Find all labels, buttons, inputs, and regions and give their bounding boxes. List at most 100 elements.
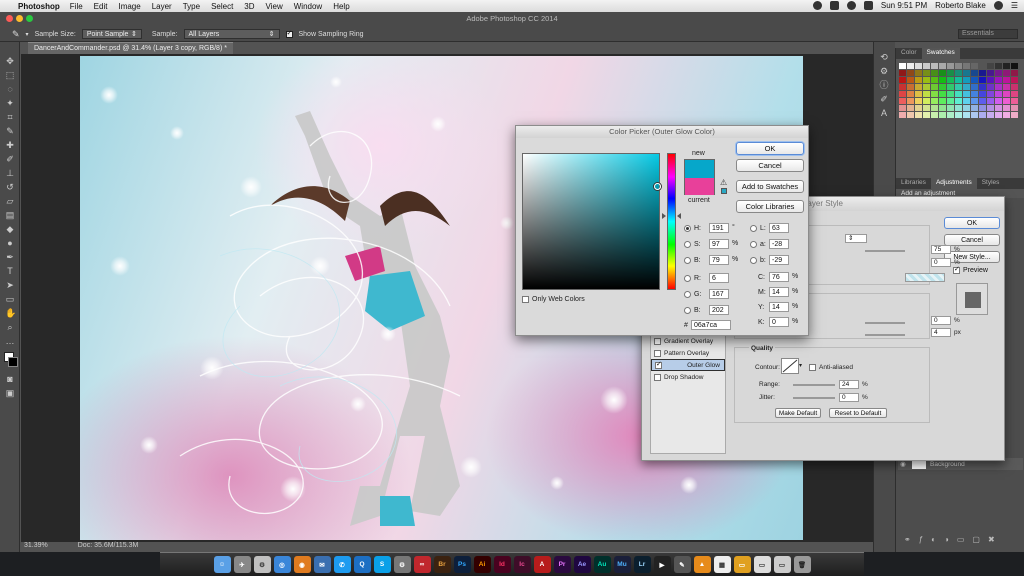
swatch[interactable] [971, 98, 978, 104]
swatch[interactable] [963, 84, 970, 90]
creative-cloud-icon[interactable]: ∞ [413, 556, 431, 573]
swatch[interactable] [987, 84, 994, 90]
swatch[interactable] [931, 105, 938, 111]
swatch[interactable] [899, 105, 906, 111]
quick-select-tool-icon[interactable]: ✦ [5, 98, 15, 108]
swatch-grid[interactable] [896, 59, 1024, 122]
blur-tool-icon[interactable]: ◆ [5, 224, 15, 234]
link-icon[interactable]: ⚭ [904, 535, 911, 544]
firefox-icon[interactable]: ◉ [293, 556, 311, 573]
brightness-radio[interactable] [684, 257, 691, 264]
swatch[interactable] [1011, 70, 1018, 76]
notification-icon[interactable]: ☰ [1011, 1, 1018, 10]
tab-adjustments[interactable]: Adjustments [930, 178, 977, 189]
only-web-colors-checkbox[interactable] [522, 296, 529, 303]
preview-toggle[interactable]: Preview [953, 265, 988, 274]
swatch[interactable] [939, 112, 946, 118]
info-panel-icon[interactable]: ⓘ [879, 80, 889, 90]
launchpad-icon[interactable]: ✈ [233, 556, 251, 573]
web-safe-cube-icon[interactable] [721, 188, 727, 194]
swatch[interactable] [979, 112, 986, 118]
swatch[interactable] [1003, 105, 1010, 111]
bridge-icon[interactable]: Br [433, 556, 451, 573]
new-layer-icon[interactable]: ▢ [972, 535, 980, 544]
picker-cancel-button[interactable]: Cancel [736, 159, 804, 172]
swatch[interactable] [947, 105, 954, 111]
swatch[interactable] [939, 84, 946, 90]
lab-l-field[interactable]: 63 [769, 223, 789, 233]
workspace-switcher[interactable]: Essentials [958, 29, 1018, 39]
swatch[interactable] [947, 63, 954, 69]
screen-mode-icon[interactable]: ▣ [5, 388, 15, 398]
zoom-tool-icon[interactable]: ⌕ [5, 322, 15, 332]
skype-icon[interactable]: S [373, 556, 391, 573]
user-name[interactable]: Roberto Blake [935, 1, 986, 10]
trash-icon[interactable]: ✖ [988, 535, 995, 544]
mail-icon[interactable]: ✉ [313, 556, 331, 573]
swatch[interactable] [971, 70, 978, 76]
swatch[interactable] [907, 63, 914, 69]
blue-radio[interactable] [684, 307, 691, 314]
yellow-field[interactable]: 14 [769, 302, 789, 312]
swatch[interactable] [971, 63, 978, 69]
swatch[interactable] [955, 63, 962, 69]
brush-tool-icon[interactable]: ✐ [5, 154, 15, 164]
system-preferences-icon[interactable]: ⚙ [253, 556, 271, 573]
swatch[interactable] [963, 70, 970, 76]
gamut-warning-icon[interactable]: ⚠ [720, 178, 727, 187]
audition-icon[interactable]: Au [593, 556, 611, 573]
swatch[interactable] [915, 84, 922, 90]
swatch[interactable] [979, 84, 986, 90]
background-color[interactable] [8, 357, 18, 367]
anti-aliased-checkbox[interactable] [809, 364, 816, 371]
style-item-drop-shadow[interactable]: Drop Shadow [651, 371, 725, 383]
swatch[interactable] [899, 77, 906, 83]
hue-slider-right-arrow-icon[interactable] [677, 213, 681, 219]
swatch[interactable] [923, 105, 930, 111]
incopy-icon[interactable]: Ic [513, 556, 531, 573]
dodge-tool-icon[interactable]: ● [5, 238, 15, 248]
contour-dropdown-icon[interactable]: ▾ [799, 362, 802, 369]
jitter-slider[interactable] [793, 397, 835, 399]
gradient-tool-icon[interactable]: ▤ [5, 210, 15, 220]
swatch[interactable] [947, 98, 954, 104]
lab-a-field[interactable]: -28 [769, 239, 789, 249]
swatch[interactable] [963, 63, 970, 69]
saturation-field[interactable]: 97 [709, 239, 729, 249]
swatch[interactable] [955, 112, 962, 118]
black-field[interactable]: 0 [769, 317, 789, 327]
history-panel-icon[interactable]: ⟲ [879, 52, 889, 62]
swatch[interactable] [955, 77, 962, 83]
swatch[interactable] [987, 105, 994, 111]
range-field[interactable]: 24 [839, 380, 859, 389]
swatch[interactable] [955, 105, 962, 111]
tool-preset-arrow-icon[interactable]: ▾ [26, 31, 29, 38]
tab-styles[interactable]: Styles [977, 178, 1005, 189]
swatch[interactable] [1011, 91, 1018, 97]
swatch[interactable] [931, 98, 938, 104]
sample-size-select[interactable]: Point Sample ⇕ [81, 29, 142, 39]
properties-panel-icon[interactable]: ⚙ [879, 66, 889, 76]
tab-swatches[interactable]: Swatches [921, 48, 960, 59]
healing-tool-icon[interactable]: ✚ [5, 140, 15, 150]
swatch[interactable] [907, 98, 914, 104]
color-swatches[interactable] [0, 350, 20, 370]
style-item-outer-glow[interactable]: Outer Glow [651, 359, 725, 371]
swatch[interactable] [1003, 112, 1010, 118]
swatch[interactable] [987, 91, 994, 97]
swatch[interactable] [987, 70, 994, 76]
style-item-gradient-overlay[interactable]: Gradient Overlay [651, 335, 725, 347]
swatch[interactable] [915, 63, 922, 69]
color-libraries-button[interactable]: Color Libraries [736, 200, 804, 213]
swatch[interactable] [1003, 84, 1010, 90]
swatch[interactable] [995, 84, 1002, 90]
swatch[interactable] [987, 98, 994, 104]
saturation-radio[interactable] [684, 241, 691, 248]
menu-select[interactable]: Select [211, 2, 233, 11]
swatch[interactable] [1011, 112, 1018, 118]
swatch[interactable] [947, 70, 954, 76]
safari-icon[interactable]: ◎ [273, 556, 291, 573]
swatch[interactable] [995, 70, 1002, 76]
swatch[interactable] [907, 91, 914, 97]
jitter-field[interactable]: 0 [839, 393, 859, 402]
